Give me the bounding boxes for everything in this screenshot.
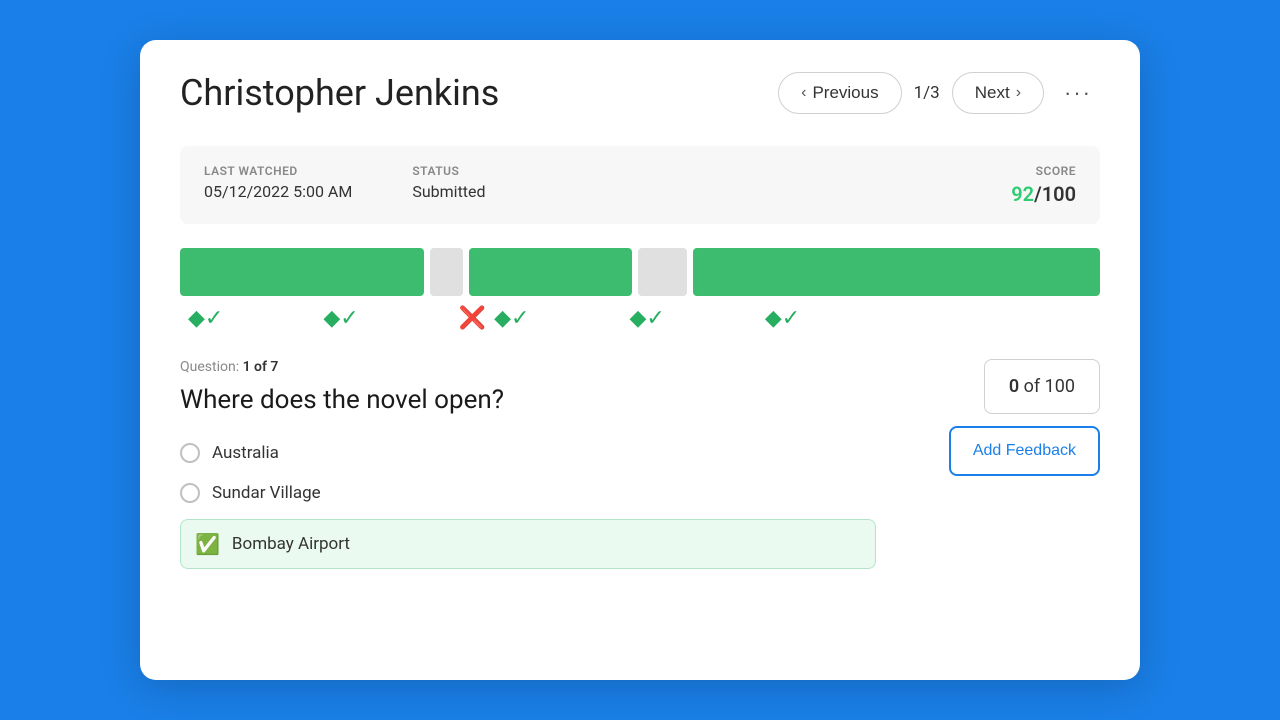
progress-icon-4: ◆✓: [629, 306, 664, 331]
progress-icon-2: ◆✓: [323, 306, 358, 331]
progress-seg-3: [469, 248, 632, 296]
option-label-bombay: Bombay Airport: [232, 534, 350, 554]
page-title: Christopher Jenkins: [180, 72, 499, 114]
chevron-right-icon: ›: [1016, 84, 1021, 102]
options-list: Australia Sundar Village ✅ Bombay Airpor…: [180, 439, 876, 569]
check-icon-2: ◆✓: [323, 306, 358, 331]
page-indicator: 1/3: [914, 83, 940, 103]
check-icon-1: ◆✓: [188, 306, 223, 331]
score-value: 92/100: [1011, 182, 1076, 206]
info-bar: LAST WATCHED 05/12/2022 5:00 AM STATUS S…: [180, 146, 1100, 224]
question-score-num: 0: [1009, 376, 1019, 397]
radio-australia[interactable]: [180, 443, 200, 463]
last-watched-value: 05/12/2022 5:00 AM: [204, 182, 352, 201]
check-icon-3: ◆✓: [494, 306, 529, 331]
score-total: /100: [1034, 182, 1076, 206]
last-watched-group: LAST WATCHED 05/12/2022 5:00 AM: [204, 164, 352, 201]
cross-icon-1: ❌: [459, 306, 486, 331]
question-main: Question: 1 of 7 Where does the novel op…: [180, 359, 876, 569]
option-bombay[interactable]: ✅ Bombay Airport: [180, 519, 876, 569]
progress-icons-row: ◆✓ ◆✓ ❌ ◆✓ ◆✓ ◆✓: [180, 306, 1100, 331]
question-section: Question: 1 of 7 Where does the novel op…: [180, 359, 1100, 569]
question-number: 1 of 7: [243, 359, 279, 375]
check-icon-5: ◆✓: [765, 306, 800, 331]
progress-section: ◆✓ ◆✓ ❌ ◆✓ ◆✓ ◆✓: [180, 248, 1100, 331]
main-card: Christopher Jenkins ‹ Previous 1/3 Next …: [140, 40, 1140, 680]
previous-button[interactable]: ‹ Previous: [778, 72, 901, 114]
option-label-australia: Australia: [212, 443, 279, 463]
question-score-box: 0 of 100: [984, 359, 1100, 414]
check-icon-4: ◆✓: [629, 306, 664, 331]
status-group: STATUS Submitted: [412, 164, 485, 201]
header: Christopher Jenkins ‹ Previous 1/3 Next …: [180, 72, 1100, 114]
progress-seg-4: [638, 248, 687, 296]
question-side: 0 of 100 Add Feedback: [900, 359, 1100, 569]
status-label: STATUS: [412, 164, 485, 178]
progress-seg-5: [693, 248, 1100, 296]
score-label: SCORE: [1036, 164, 1076, 178]
add-feedback-button[interactable]: Add Feedback: [949, 426, 1100, 476]
progress-icon-3: ❌ ◆✓: [459, 306, 530, 331]
question-text: Where does the novel open?: [180, 385, 876, 415]
radio-sundar[interactable]: [180, 483, 200, 503]
progress-icon-5: ◆✓: [765, 306, 800, 331]
option-australia[interactable]: Australia: [180, 439, 876, 467]
option-sundar[interactable]: Sundar Village: [180, 479, 876, 507]
more-options-button[interactable]: ···: [1056, 76, 1100, 110]
progress-icon-1: ◆✓: [188, 306, 223, 331]
score-group: SCORE 92/100: [1011, 164, 1076, 206]
question-meta: Question: 1 of 7: [180, 359, 876, 375]
option-label-sundar: Sundar Village: [212, 483, 321, 503]
question-score-suffix: of 100: [1024, 376, 1075, 397]
progress-seg-2: [430, 248, 463, 296]
score-highlight: 92: [1011, 182, 1034, 206]
chevron-left-icon: ‹: [801, 84, 806, 102]
status-value: Submitted: [412, 182, 485, 201]
next-button[interactable]: Next ›: [952, 72, 1044, 114]
progress-seg-1: [180, 248, 424, 296]
progress-track: [180, 248, 1100, 296]
last-watched-label: LAST WATCHED: [204, 164, 352, 178]
correct-check-icon: ✅: [195, 532, 220, 556]
navigation: ‹ Previous 1/3 Next › ···: [778, 72, 1100, 114]
